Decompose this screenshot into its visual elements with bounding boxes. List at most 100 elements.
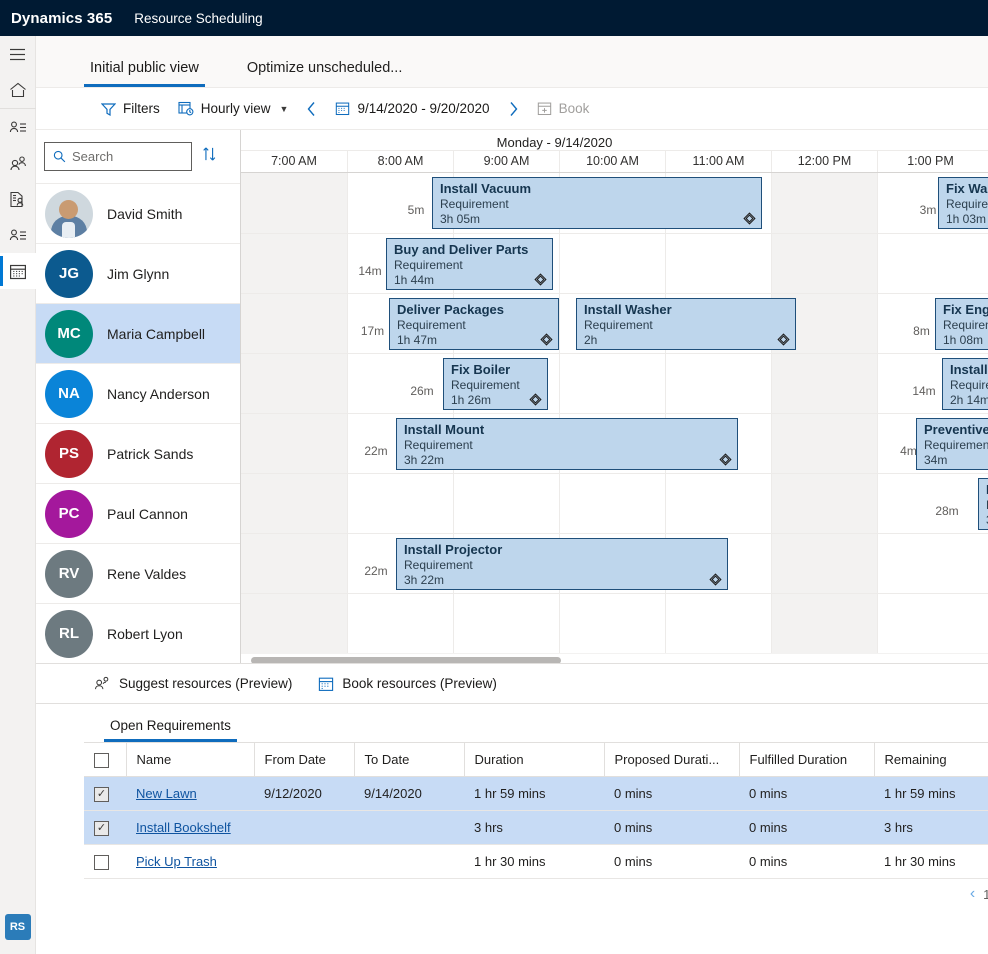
schedule-cell[interactable] (771, 594, 877, 653)
row-checkbox[interactable] (94, 821, 109, 836)
row-select-cell[interactable] (84, 845, 126, 879)
booking-block[interactable]: Install MountRequirement3h 22m (396, 418, 738, 470)
schedule-row[interactable]: 26mFix BoilerRequirement1h 26m14mInstall… (241, 353, 988, 413)
resource-row[interactable]: RVRene Valdes (36, 543, 240, 603)
booking-block[interactable]: Install ProjectorRequirement3h 22m (396, 538, 728, 590)
book-button[interactable]: Book (528, 94, 599, 124)
schedule-cell[interactable] (241, 294, 347, 353)
schedule-cell[interactable] (559, 594, 665, 653)
recent-list-icon[interactable] (0, 109, 36, 145)
requirement-name-cell[interactable]: Install Bookshelf (126, 811, 254, 845)
resource-row[interactable]: David Smith (36, 183, 240, 243)
home-icon[interactable] (0, 72, 36, 108)
schedule-cell[interactable] (241, 354, 347, 413)
row-select-cell[interactable] (84, 777, 126, 811)
resource-row[interactable]: JGJim Glynn (36, 243, 240, 303)
schedule-cell[interactable] (241, 594, 347, 653)
schedule-row[interactable]: 28mInstall SinkRequirement3h (241, 473, 988, 533)
row-checkbox[interactable] (94, 855, 109, 870)
schedule-cell[interactable] (559, 474, 665, 533)
sort-toggle-icon[interactable] (202, 146, 217, 167)
select-all-checkbox[interactable] (94, 753, 109, 768)
schedule-cell[interactable] (665, 474, 771, 533)
resource-row[interactable]: NANancy Anderson (36, 363, 240, 423)
view-mode-button[interactable]: Hourly view ▼ (169, 94, 298, 124)
column-header[interactable]: From Date (254, 743, 354, 777)
column-header[interactable]: Fulfilled Duration (739, 743, 874, 777)
schedule-cell[interactable] (877, 534, 983, 593)
chevron-down-icon[interactable]: ▼ (280, 104, 289, 114)
schedule-cell[interactable] (241, 173, 347, 233)
requirement-link[interactable]: New Lawn (136, 786, 197, 801)
schedule-cell[interactable] (771, 474, 877, 533)
book-resources-button[interactable]: Book resources (Preview) (318, 676, 497, 692)
booking-block[interactable]: Buy and Deliver PartsRequirement1h 44m (386, 238, 553, 290)
schedule-cell[interactable] (241, 474, 347, 533)
schedule-cell[interactable] (771, 534, 877, 593)
column-header[interactable]: Duration (464, 743, 604, 777)
column-header[interactable]: Name (126, 743, 254, 777)
calendar-icon[interactable] (0, 253, 36, 289)
resource-row[interactable]: RLRobert Lyon (36, 603, 240, 663)
resource-row[interactable]: PSPatrick Sands (36, 423, 240, 483)
schedule-cell[interactable] (877, 234, 983, 293)
suggest-resources-button[interactable]: Suggest resources (Preview) (94, 676, 292, 691)
schedule-row[interactable]: 22mInstall MountRequirement3h 22m4mPreve… (241, 413, 988, 473)
schedule-row[interactable]: 17mDeliver PackagesRequirement1h 47mInst… (241, 293, 988, 353)
tab-open-requirements[interactable]: Open Requirements (104, 718, 237, 742)
booking-block[interactable]: Install SinkRequirement3h (978, 478, 988, 530)
schedule-cell[interactable] (771, 173, 877, 233)
requirement-name-cell[interactable]: New Lawn (126, 777, 254, 811)
schedule-cell[interactable] (453, 594, 559, 653)
requirement-link[interactable]: Install Bookshelf (136, 820, 231, 835)
column-header[interactable]: Remaining (874, 743, 988, 777)
row-checkbox[interactable] (94, 787, 109, 802)
resource-row[interactable]: PCPaul Cannon (36, 483, 240, 543)
schedule-cell[interactable] (771, 234, 877, 293)
previous-period-button[interactable] (297, 101, 326, 117)
booking-block[interactable]: PreventiveRequirement34m (916, 418, 988, 470)
hamburger-menu-icon[interactable] (0, 36, 36, 72)
schedule-cell[interactable] (665, 594, 771, 653)
schedule-cell[interactable] (559, 354, 665, 413)
schedule-cell[interactable] (347, 594, 453, 653)
schedule-cell[interactable] (771, 414, 877, 473)
table-row[interactable]: New Lawn9/12/20209/14/20201 hr 59 mins0 … (84, 777, 988, 811)
booking-block[interactable]: Install WasherRequirement2h (576, 298, 796, 350)
scrollbar-thumb[interactable] (251, 657, 561, 663)
schedule-cell[interactable] (559, 234, 665, 293)
schedule-cell[interactable] (241, 414, 347, 473)
column-header[interactable]: Proposed Durati... (604, 743, 739, 777)
people-icon[interactable] (0, 145, 36, 181)
requirement-link[interactable]: Pick Up Trash (136, 854, 217, 869)
schedule-row[interactable]: 14mBuy and Deliver PartsRequirement1h 44… (241, 233, 988, 293)
table-row[interactable]: Install Bookshelf3 hrs0 mins0 mins3 hrs (84, 811, 988, 845)
column-header[interactable]: To Date (354, 743, 464, 777)
schedule-cell[interactable] (453, 474, 559, 533)
row-select-cell[interactable] (84, 811, 126, 845)
schedule-cell[interactable] (241, 234, 347, 293)
schedule-cell[interactable] (665, 234, 771, 293)
tab-optimize-unscheduled[interactable]: Optimize unscheduled... (241, 60, 409, 87)
filters-button[interactable]: Filters (92, 94, 169, 124)
search-input[interactable]: Search (44, 142, 192, 171)
booking-block[interactable]: Install VacuumRequirement3h 05m (432, 177, 762, 229)
schedule-cell[interactable] (665, 354, 771, 413)
horizontal-scrollbar[interactable] (241, 653, 988, 663)
requirement-name-cell[interactable]: Pick Up Trash (126, 845, 254, 879)
booking-block[interactable]: Fix WasherRequirement1h 03m (938, 177, 988, 229)
list-person-icon[interactable] (0, 217, 36, 253)
schedule-cell[interactable] (771, 354, 877, 413)
schedule-row[interactable] (241, 593, 988, 653)
app-initials-badge[interactable]: RS (5, 914, 31, 940)
booking-block[interactable]: Install ChairRequirement2h 14m (942, 358, 988, 410)
document-person-icon[interactable] (0, 181, 36, 217)
schedule-row[interactable]: 5mInstall VacuumRequirement3h 05m3mFix W… (241, 173, 988, 233)
previous-page-icon[interactable]: ‹ (970, 885, 975, 903)
next-period-button[interactable] (499, 101, 528, 117)
table-row[interactable]: Pick Up Trash1 hr 30 mins0 mins0 mins1 h… (84, 845, 988, 879)
schedule-cell[interactable] (241, 534, 347, 593)
booking-block[interactable]: Fix BoilerRequirement1h 26m (443, 358, 548, 410)
resource-row[interactable]: MCMaria Campbell (36, 303, 240, 363)
tab-initial-public-view[interactable]: Initial public view (84, 60, 205, 87)
